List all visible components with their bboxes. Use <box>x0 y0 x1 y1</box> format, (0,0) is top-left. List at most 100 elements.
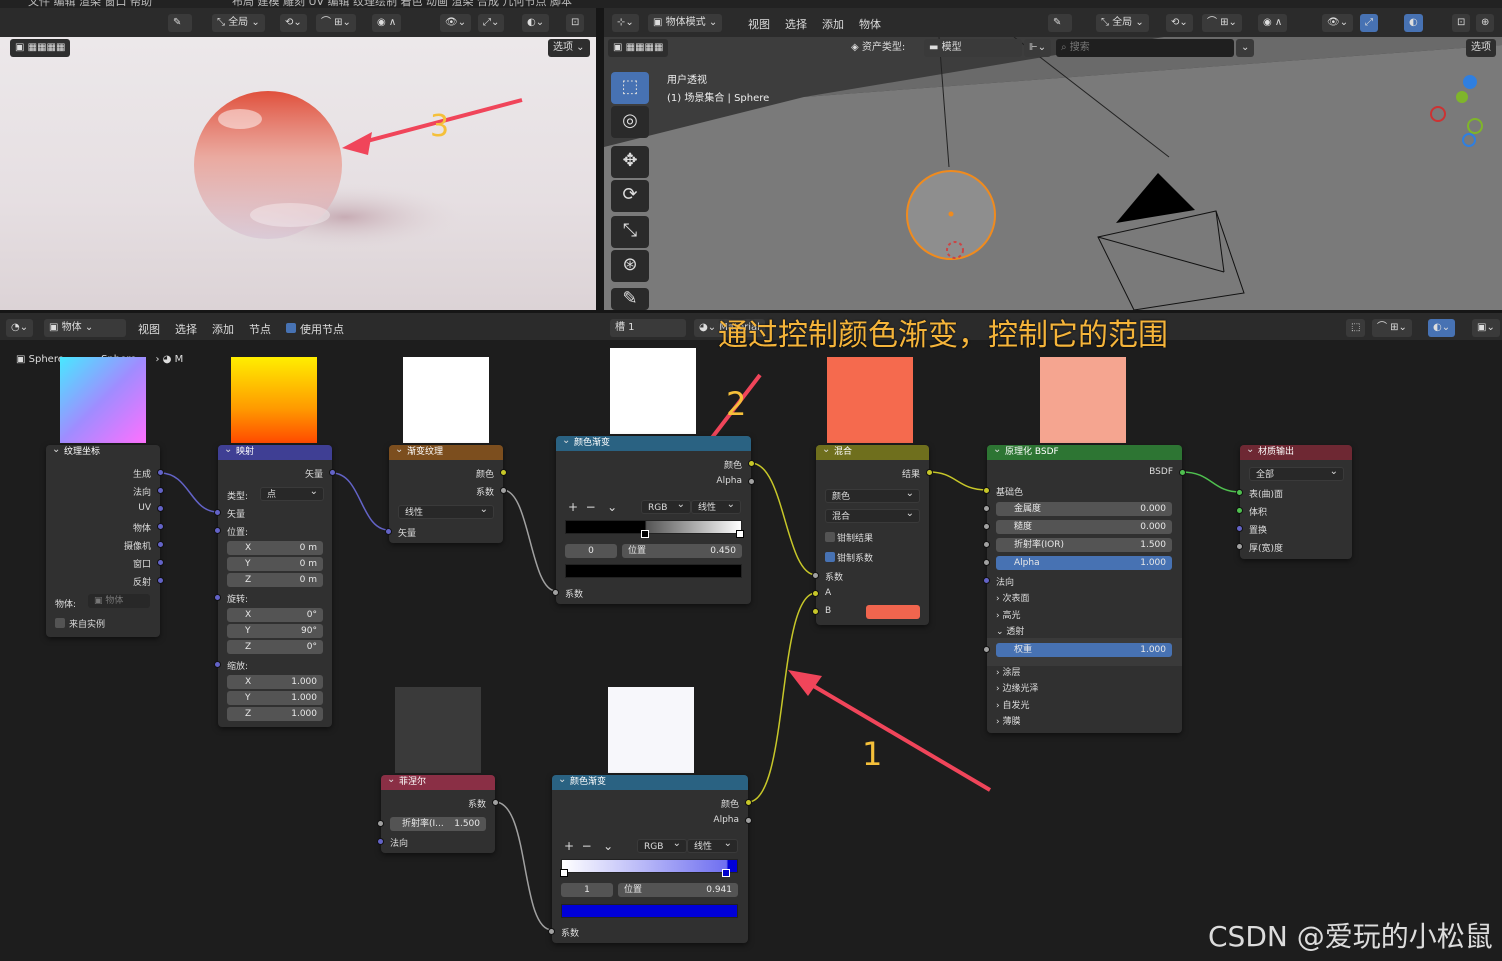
asset-filter[interactable]: ⊩⌄ <box>1024 39 1052 57</box>
socket-mix-out[interactable] <box>926 469 933 476</box>
mix-header[interactable]: 混合 <box>816 442 929 460</box>
bsdf-sheen[interactable]: › 边缘光泽 <box>996 681 1038 694</box>
socket-gradient-color[interactable] <box>500 469 507 476</box>
shader-type-dropdown[interactable]: ▣ 物体 ⌄ <box>44 319 126 337</box>
socket-uv[interactable] <box>157 505 164 512</box>
gizmo-y[interactable] <box>1456 91 1468 103</box>
mix-node[interactable]: 混合 结果 颜色 混合 钳制结果 钳制系数 系数 A B <box>812 442 933 625</box>
bsdf-transmission[interactable]: ⌄ 透射 <box>996 624 1024 637</box>
socket-volume[interactable] <box>1236 507 1243 514</box>
output-target-dropdown[interactable]: 全部 <box>1249 465 1344 481</box>
gizmo-button[interactable]: ⤢⌄ <box>478 14 505 32</box>
socket-ramp2-alpha[interactable] <box>745 817 752 824</box>
output-header[interactable]: 材质输出 <box>1240 442 1352 460</box>
ramp1-position[interactable]: 位置 0.450 <box>622 544 742 558</box>
socket-alpha[interactable] <box>983 559 990 566</box>
roughness-field[interactable]: 糙度 0.000 <box>996 520 1172 534</box>
scale-z[interactable]: Z 1.000 <box>227 707 323 721</box>
viewport-visibility[interactable]: 👁⌄ <box>1322 14 1354 32</box>
viewport-eyedropper[interactable]: ✎ <box>1048 14 1072 32</box>
socket-object[interactable] <box>157 523 164 530</box>
socket-rotation[interactable] <box>214 594 221 601</box>
node-menu-add[interactable]: 添加 <box>212 321 234 337</box>
socket-mix-fac[interactable] <box>812 572 819 579</box>
rotate-tool[interactable]: ⟳ <box>611 180 649 212</box>
ramp1-header[interactable]: 颜色渐变 <box>556 433 751 451</box>
bsdf-emission[interactable]: › 自发光 <box>996 698 1029 711</box>
annotate-tool[interactable]: ✎ <box>611 288 649 310</box>
eyedropper-button[interactable]: ✎ <box>168 14 192 32</box>
node-editor-type[interactable]: ◔⌄ <box>6 319 34 337</box>
texcoord-object-field[interactable]: ▣ 物体 <box>88 594 150 608</box>
options-button[interactable]: 选项 ⌄ <box>548 39 590 57</box>
ramp2-color-swatch[interactable] <box>561 904 738 918</box>
ramp2-header[interactable]: 颜色渐变 <box>552 772 748 790</box>
location-z[interactable]: Z0 m <box>227 573 323 587</box>
node-editor[interactable]: ▣ Sphere Sphere › ◕ M 纹理坐标 生成 法向 UV 物体 摄… <box>0 318 1502 961</box>
cursor-tool[interactable]: ◎ <box>611 106 649 138</box>
socket-weight[interactable] <box>983 646 990 653</box>
viewport-pivot[interactable]: ⟲⌄ <box>1166 14 1193 32</box>
overlay-button[interactable]: ◐⌄ <box>522 14 550 32</box>
node-snap[interactable]: ⬚ <box>1346 319 1366 337</box>
ramp1-add-remove[interactable]: + − ⌄ <box>568 500 617 514</box>
ramp1-index[interactable]: 0 <box>565 544 617 558</box>
clamp-factor-checkbox[interactable] <box>825 552 835 562</box>
move-tool[interactable]: ✥ <box>611 146 649 178</box>
transform-tool[interactable]: ⊛ <box>611 250 649 282</box>
ramp2-stop-1[interactable] <box>722 869 730 877</box>
use-nodes-checkbox[interactable] <box>286 323 296 333</box>
ramp2-gradient-bar[interactable] <box>561 859 738 873</box>
clamp-result-checkbox[interactable] <box>825 532 835 542</box>
node-menu-node[interactable]: 节点 <box>249 321 271 337</box>
socket-fresnel-out[interactable] <box>492 799 499 806</box>
gizmo-z[interactable] <box>1463 75 1477 89</box>
socket-ramp2-fac[interactable] <box>548 928 555 935</box>
scale-y[interactable]: Y 1.000 <box>227 691 323 705</box>
fresnel-node[interactable]: 菲涅尔 系数 折射率(I...1.500 法向 <box>377 772 499 853</box>
ramp2-interp[interactable]: 线性 <box>687 837 738 853</box>
ramp2-index[interactable]: 1 <box>561 883 613 897</box>
viewport-menu-view[interactable]: 视图 <box>748 16 770 32</box>
bsdf-coat[interactable]: › 涂层 <box>996 665 1020 678</box>
socket-scale[interactable] <box>214 661 221 668</box>
node-menu-select[interactable]: 选择 <box>175 321 197 337</box>
colorramp2-node[interactable]: 颜色渐变 颜色 Alpha + − ⌄ RGB 线性 1 位置0.941 系数 <box>548 772 752 943</box>
scale-tool[interactable]: ⤡ <box>611 216 649 248</box>
socket-fresnel-normal[interactable] <box>377 838 384 845</box>
socket-mix-a[interactable] <box>812 590 819 597</box>
location-y[interactable]: Y0 m <box>227 557 323 571</box>
visibility-button[interactable]: 👁⌄ <box>440 14 472 32</box>
socket-ramp2-color[interactable] <box>745 799 752 806</box>
bsdf-header[interactable]: 原理化 BSDF <box>987 442 1182 460</box>
socket-camera[interactable] <box>157 541 164 548</box>
viewport-menu-select[interactable]: 选择 <box>785 16 807 32</box>
viewport-select-modes[interactable]: ▣ ▦▦▦▦ <box>608 39 669 57</box>
from-instancer-checkbox[interactable] <box>55 618 65 628</box>
3d-viewport[interactable]: ▣ ▦▦▦▦ ◈ 资产类型: ▬ 模型 ⊩⌄ ⌕ 搜索 ⌄ 选项 用户透视 (1… <box>604 37 1502 310</box>
socket-surface[interactable] <box>1236 489 1243 496</box>
socket-ramp1-alpha[interactable] <box>748 478 755 485</box>
viewport-gizmo[interactable]: ⤢ <box>1360 14 1378 32</box>
viewport-menu-object[interactable]: 物体 <box>859 16 881 32</box>
metallic-field[interactable]: 金属度 0.000 <box>996 502 1172 516</box>
node-overlay[interactable]: ◐⌄ <box>1428 319 1456 337</box>
ramp2-add-remove[interactable]: + − ⌄ <box>564 839 613 853</box>
viewport-proportional[interactable]: ◉ ∧ <box>1258 14 1288 32</box>
rotation-y[interactable]: Y 90° <box>227 624 323 638</box>
fresnel-header[interactable]: 菲涅尔 <box>381 772 495 790</box>
node-snap-2[interactable]: ⌒ ⊞⌄ <box>1372 319 1412 337</box>
socket-reflection[interactable] <box>157 577 164 584</box>
bsdf-subsurface[interactable]: › 次表面 <box>996 591 1029 604</box>
proportional-button[interactable]: ◉ ∧ <box>372 14 402 32</box>
socket-gradient-fac[interactable] <box>500 487 507 494</box>
transmission-weight-field[interactable]: 权重 1.000 <box>996 643 1172 657</box>
mix-blend-type[interactable]: 颜色 <box>825 487 920 503</box>
socket-gradient-vector[interactable] <box>385 528 392 535</box>
mix-b-color[interactable] <box>866 605 920 619</box>
top-menu-left[interactable]: 文件 编辑 渲染 窗口 帮助 <box>28 0 152 8</box>
node-menu-view[interactable]: 视图 <box>138 321 160 337</box>
socket-normal[interactable] <box>157 487 164 494</box>
ramp2-color-mode[interactable]: RGB <box>637 837 687 853</box>
socket-displacement[interactable] <box>1236 525 1243 532</box>
